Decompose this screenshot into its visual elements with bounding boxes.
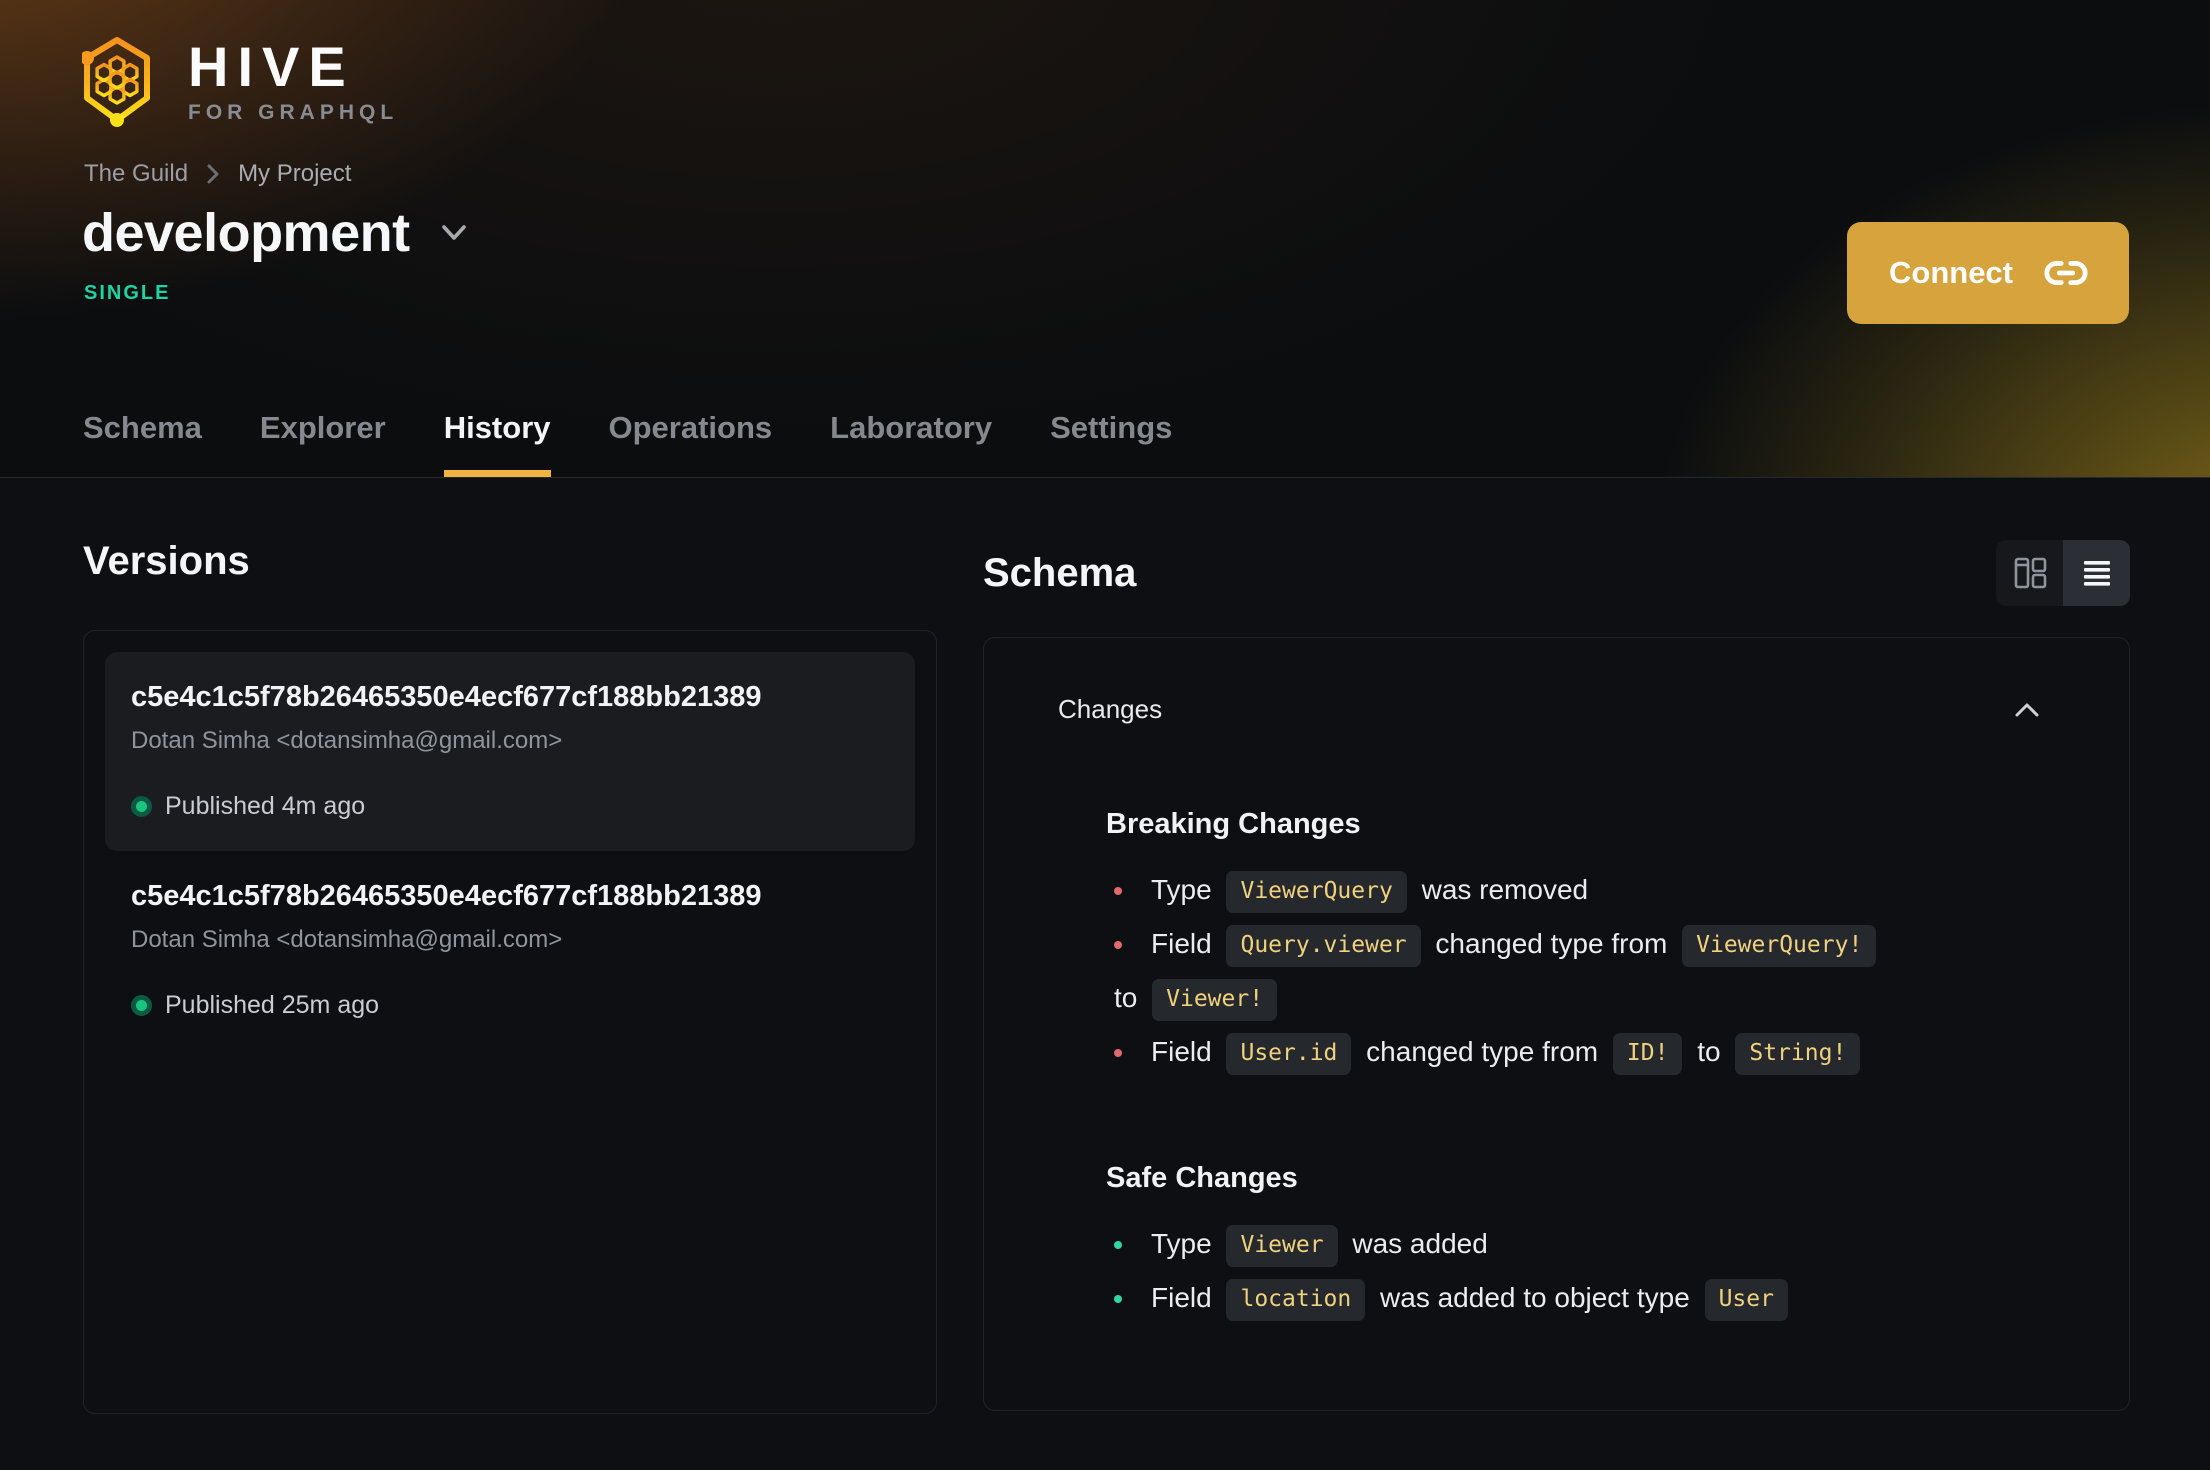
changes-section-heading: Safe Changes (1106, 1162, 1298, 1194)
schema-column: Schema Changes Breaking Changes • Type V… (983, 478, 2130, 1414)
version-status-text: Published 4m ago (165, 792, 366, 820)
code-chip: ViewerQuery (1226, 871, 1407, 913)
columns-icon (2014, 557, 2046, 589)
change-item: Field location was added to object type … (1114, 1271, 2039, 1325)
published-dot-icon (131, 796, 152, 817)
changes-title: Changes (1058, 694, 1163, 724)
code-chip: location (1226, 1279, 1366, 1321)
change-item: Type ViewerQuery was removed (1114, 863, 2039, 917)
hive-logo[interactable]: HIVE FOR GRAPHQL (82, 34, 398, 128)
tab-operations[interactable]: Operations (609, 410, 773, 477)
brand-name: HIVE (188, 35, 355, 98)
version-status: Published 4m ago (131, 792, 889, 821)
changes-body: Breaking Changes Type ViewerQuery was rem… (984, 809, 2129, 1325)
changes-section-heading: Breaking Changes (1106, 808, 1361, 840)
breadcrumb-project[interactable]: My Project (238, 160, 351, 188)
version-status: Published 25m ago (131, 991, 889, 1020)
list-view-button[interactable] (2063, 540, 2130, 606)
link-icon (2044, 261, 2088, 285)
version-author: Dotan Simha <dotansimha@gmail.com> (131, 926, 563, 953)
breadcrumb-chevron-icon (207, 164, 219, 184)
safe-changes-list: Type Viewer was addedField location was … (1114, 1217, 2039, 1325)
version-item[interactable]: c5e4c1c5f78b26465350e4ecf677cf188bb21389… (105, 652, 915, 851)
version-item[interactable]: c5e4c1c5f78b26465350e4ecf677cf188bb21389… (105, 851, 915, 1050)
version-hash: c5e4c1c5f78b26465350e4ecf677cf188bb21389 (131, 681, 762, 713)
code-chip: Query.viewer (1226, 925, 1421, 967)
tab-explorer[interactable]: Explorer (260, 410, 386, 477)
code-chip: ViewerQuery! (1682, 925, 1877, 967)
version-hash: c5e4c1c5f78b26465350e4ecf677cf188bb21389 (131, 880, 762, 912)
brand-text: HIVE FOR GRAPHQL (188, 35, 399, 124)
changes-panel: Changes Breaking Changes Type ViewerQuery… (983, 637, 2130, 1411)
target-name[interactable]: development (82, 202, 410, 264)
change-item: Type Viewer was added (1114, 1217, 2039, 1271)
tab-schema[interactable]: Schema (83, 410, 202, 477)
list-icon (2083, 561, 2110, 586)
code-chip: User.id (1226, 1033, 1352, 1075)
schema-heading: Schema (983, 550, 1137, 595)
code-chip: String! (1735, 1033, 1861, 1075)
tab-laboratory[interactable]: Laboratory (830, 410, 992, 477)
tab-history[interactable]: History (443, 410, 551, 477)
code-chip: User (1704, 1279, 1788, 1321)
diff-view-button[interactable] (1996, 540, 2063, 606)
brand-tagline: FOR GRAPHQL (188, 101, 399, 124)
chevron-down-icon[interactable] (438, 222, 470, 244)
change-item: Field User.id changed type from ID! to S… (1114, 1025, 2039, 1079)
collapse-changes-button[interactable] (2011, 699, 2043, 721)
breadcrumb: The Guild My Project (84, 160, 351, 188)
view-toggle (1996, 540, 2130, 606)
connect-button[interactable]: Connect (1847, 222, 2129, 324)
version-status-text: Published 25m ago (165, 991, 380, 1019)
tab-bar: Schema Explorer History Operations Laborator… (83, 410, 1172, 477)
code-chip: Viewer! (1152, 979, 1278, 1021)
breadcrumb-org[interactable]: The Guild (84, 160, 188, 188)
tab-settings[interactable]: Settings (1050, 410, 1172, 477)
code-chip: Viewer (1226, 1225, 1338, 1267)
main-content: Versions c5e4c1c5f78b26465350e4ecf677cf1… (0, 478, 2210, 1414)
target-type-badge: SINGLE (84, 282, 171, 304)
page-header: HIVE FOR GRAPHQL The Guild My Project de… (0, 0, 2210, 478)
connect-button-label: Connect (1889, 255, 2013, 290)
code-chip: ID! (1612, 1033, 1683, 1075)
breaking-changes-list: Type ViewerQuery was removedField Query.… (1114, 863, 2039, 1079)
version-author: Dotan Simha <dotansimha@gmail.com> (131, 727, 563, 754)
target-selector[interactable]: development (82, 202, 470, 264)
published-dot-icon (131, 995, 152, 1016)
hive-logo-icon (82, 37, 150, 127)
schema-panel-header: Schema (983, 540, 2130, 606)
versions-panel: c5e4c1c5f78b26465350e4ecf677cf188bb21389… (83, 630, 937, 1414)
chevron-up-icon (2015, 703, 2039, 716)
versions-heading: Versions (83, 539, 250, 583)
change-item: Field Query.viewer changed type from Vie… (1114, 917, 2039, 1025)
versions-column: Versions c5e4c1c5f78b26465350e4ecf677cf1… (83, 478, 937, 1414)
changes-accordion-header[interactable]: Changes (984, 638, 2129, 725)
